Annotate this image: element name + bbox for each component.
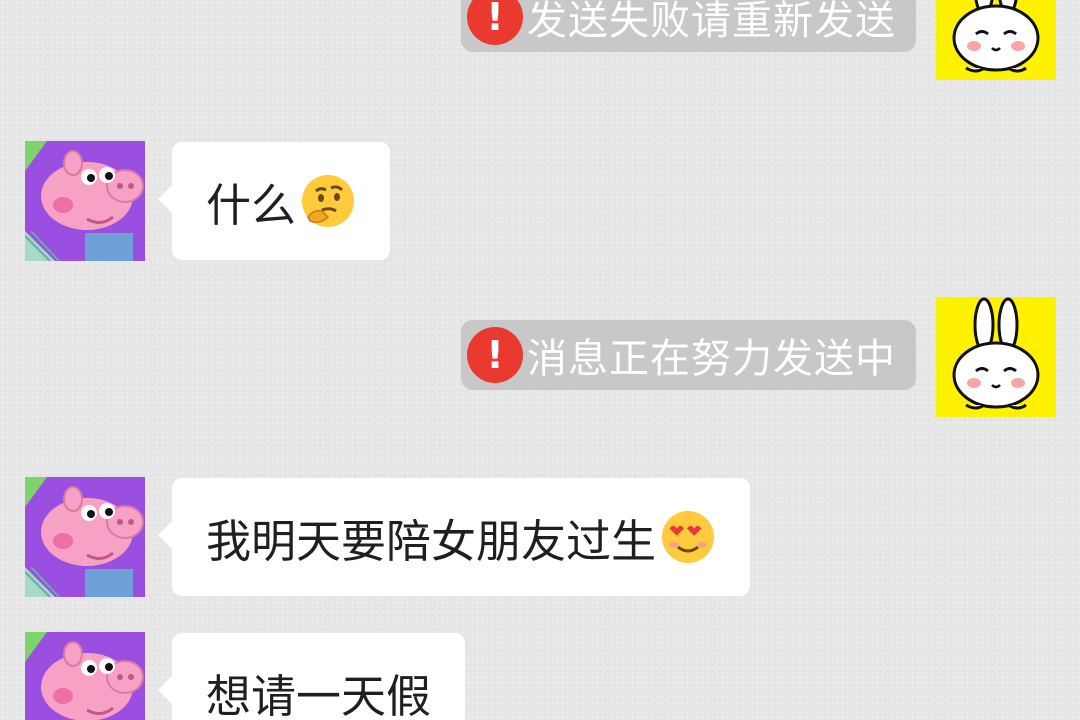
thinking-face-emoji: [300, 173, 356, 229]
pig-avatar-icon: [25, 632, 145, 720]
incoming-message-text: 我明天要陪女朋友过生: [206, 514, 657, 568]
contact-avatar[interactable]: [25, 141, 145, 261]
error-icon[interactable]: !: [467, 327, 523, 383]
outgoing-message-1[interactable]: ! 发送失败请重新发送: [461, 0, 916, 52]
outgoing-message-text: 消息正在努力发送中: [527, 336, 896, 382]
pig-avatar-icon: [25, 141, 145, 261]
incoming-message-4[interactable]: 我明天要陪女朋友过生: [157, 478, 751, 596]
incoming-message-5[interactable]: 想请一天假: [157, 633, 466, 720]
heart-eyes-emoji: [660, 509, 716, 565]
bunny-avatar-icon: [936, 0, 1056, 80]
pig-avatar-icon: [25, 477, 145, 597]
incoming-message-2[interactable]: 什么: [157, 142, 391, 260]
self-avatar[interactable]: [936, 0, 1056, 80]
contact-avatar[interactable]: [25, 632, 145, 720]
bunny-avatar-icon: [936, 297, 1056, 417]
self-avatar[interactable]: [936, 297, 1056, 417]
outgoing-message-text: 发送失败请重新发送: [527, 0, 896, 44]
incoming-message-text: 想请一天假: [206, 669, 432, 720]
incoming-message-text: 什么: [206, 178, 297, 232]
contact-avatar[interactable]: [25, 477, 145, 597]
outgoing-message-3[interactable]: ! 消息正在努力发送中: [461, 320, 916, 390]
error-icon[interactable]: !: [467, 0, 523, 45]
